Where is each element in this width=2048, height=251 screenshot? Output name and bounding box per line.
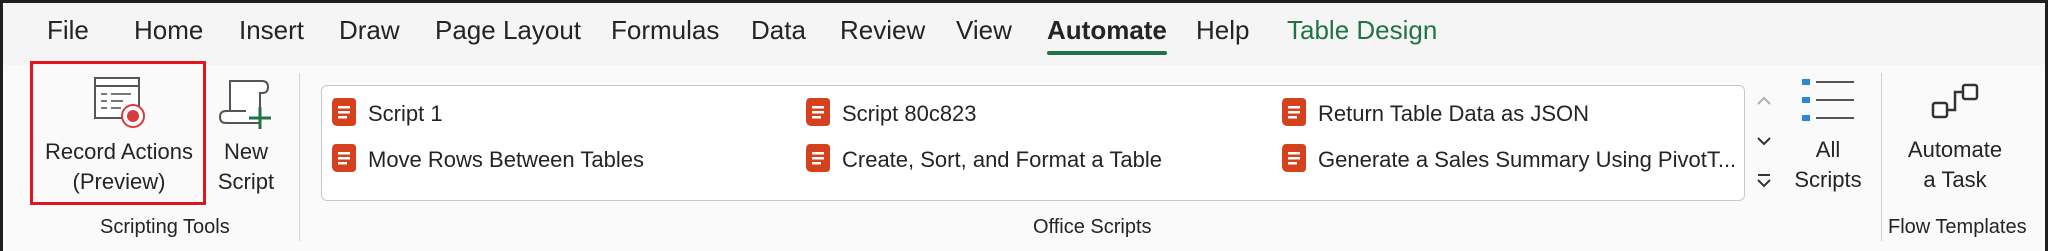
script-file-icon bbox=[804, 96, 832, 133]
record-actions-icon bbox=[39, 73, 199, 131]
tab-table-design[interactable]: Table Design bbox=[1287, 15, 1437, 46]
record-actions-label-2: (Preview) bbox=[72, 169, 166, 194]
script-label: Create, Sort, and Format a Table bbox=[842, 147, 1162, 172]
tab-view[interactable]: View bbox=[956, 15, 1012, 46]
office-scripts-gallery: Script 1 Move Rows Between Tables Script… bbox=[321, 85, 1745, 201]
script-item[interactable]: Move Rows Between Tables bbox=[330, 141, 644, 179]
record-actions-button[interactable]: Record Actions (Preview) bbox=[39, 73, 199, 197]
tab-home[interactable]: Home bbox=[134, 15, 203, 46]
ribbon-tab-bar: File Home Insert Draw Page Layout Formul… bbox=[3, 3, 2045, 65]
gallery-scroll-up-button[interactable] bbox=[1751, 85, 1777, 121]
script-label: Script 1 bbox=[368, 101, 443, 126]
gallery-more-button[interactable] bbox=[1751, 165, 1777, 201]
script-file-icon bbox=[804, 142, 832, 179]
gallery-scroll-controls bbox=[1751, 85, 1777, 201]
script-file-icon bbox=[330, 96, 358, 133]
script-label: Generate a Sales Summary Using PivotT... bbox=[1318, 147, 1737, 172]
tab-file[interactable]: File bbox=[47, 15, 89, 46]
automate-task-label-1: Automate bbox=[1907, 137, 2003, 162]
script-label: Script 80c823 bbox=[842, 101, 977, 126]
tab-data[interactable]: Data bbox=[751, 15, 806, 46]
tab-review[interactable]: Review bbox=[840, 15, 925, 46]
flow-templates-group-label: Flow Templates bbox=[1888, 216, 2027, 238]
script-file-icon bbox=[1280, 96, 1308, 133]
script-item[interactable]: Return Table Data as JSON bbox=[1280, 95, 1589, 133]
record-actions-label-1: Record Actions bbox=[45, 139, 193, 164]
new-script-icon bbox=[211, 73, 281, 133]
new-script-label-2: Script bbox=[217, 169, 275, 194]
group-separator bbox=[1881, 73, 1882, 241]
new-script-button[interactable]: New Script bbox=[211, 73, 281, 197]
chevron-down-icon bbox=[1756, 134, 1772, 152]
script-item[interactable]: Script 80c823 bbox=[804, 95, 977, 133]
automate-task-label-2: a Task bbox=[1923, 167, 1987, 192]
tab-automate[interactable]: Automate bbox=[1047, 15, 1167, 55]
script-item[interactable]: Create, Sort, and Format a Table bbox=[804, 141, 1162, 179]
script-label: Return Table Data as JSON bbox=[1318, 101, 1590, 126]
script-label: Move Rows Between Tables bbox=[368, 147, 644, 172]
automate-task-button[interactable]: Automate a Task bbox=[1893, 75, 2017, 195]
script-file-icon bbox=[330, 142, 358, 179]
all-scripts-label-2: Scripts bbox=[1794, 167, 1862, 192]
all-scripts-icon bbox=[1785, 75, 1871, 129]
scripting-tools-group-label: Scripting Tools bbox=[100, 216, 230, 238]
office-scripts-group-label: Office Scripts bbox=[1033, 216, 1152, 238]
chevron-up-icon bbox=[1756, 94, 1772, 112]
tab-page-layout[interactable]: Page Layout bbox=[435, 15, 581, 46]
tab-help[interactable]: Help bbox=[1196, 15, 1249, 46]
excel-ribbon: File Home Insert Draw Page Layout Formul… bbox=[0, 0, 2048, 251]
new-script-label-1: New bbox=[223, 139, 268, 164]
all-scripts-label-1: All bbox=[1815, 137, 1841, 162]
automate-task-icon bbox=[1893, 75, 2017, 129]
gallery-scroll-down-button[interactable] bbox=[1751, 125, 1777, 161]
script-item[interactable]: Script 1 bbox=[330, 95, 443, 133]
script-item[interactable]: Generate a Sales Summary Using PivotT... bbox=[1280, 141, 1736, 179]
all-scripts-button[interactable]: All Scripts bbox=[1785, 75, 1871, 195]
tab-draw[interactable]: Draw bbox=[339, 15, 400, 46]
script-file-icon bbox=[1280, 142, 1308, 179]
group-separator bbox=[299, 73, 300, 241]
gallery-expand-icon bbox=[1756, 171, 1772, 196]
tab-insert[interactable]: Insert bbox=[239, 15, 304, 46]
tab-formulas[interactable]: Formulas bbox=[611, 15, 719, 46]
